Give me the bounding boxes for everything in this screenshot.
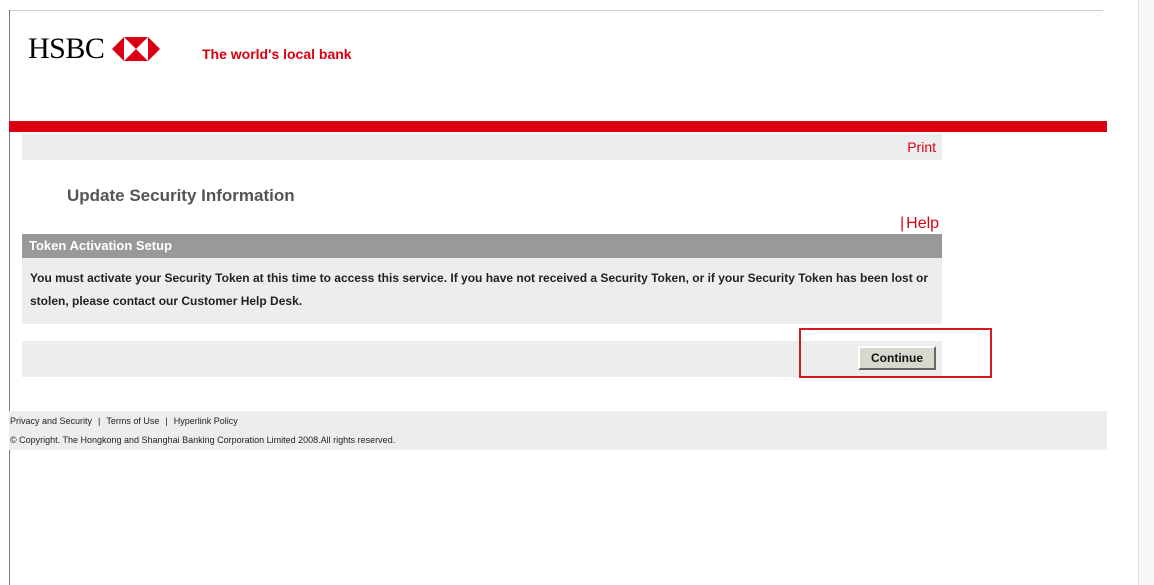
page-left-border bbox=[9, 10, 10, 585]
copyright: © Copyright. The Hongkong and Shanghai B… bbox=[10, 435, 396, 445]
footer-link-terms[interactable]: Terms of Use bbox=[106, 416, 159, 426]
logo-wordmark: HSBC bbox=[28, 32, 105, 65]
help-link-group: | Help bbox=[900, 215, 939, 233]
footer-link-hyperlink-policy[interactable]: Hyperlink Policy bbox=[174, 416, 238, 426]
help-separator: | bbox=[900, 215, 905, 232]
help-link[interactable]: Help bbox=[906, 215, 939, 232]
hsbc-hexagon-icon bbox=[112, 37, 161, 61]
tagline: The world's local bank bbox=[202, 46, 352, 62]
footer-links: Privacy and Security | Terms of Use | Hyperl… bbox=[10, 416, 238, 426]
section-header-label: Token Activation Setup bbox=[29, 238, 173, 253]
browser-side-panel bbox=[1138, 0, 1154, 585]
footer-link-privacy[interactable]: Privacy and Security bbox=[10, 416, 92, 426]
footer-separator: | bbox=[165, 416, 168, 426]
section-header: Token Activation Setup bbox=[22, 234, 942, 258]
brand-bar bbox=[9, 121, 1107, 132]
page-top-border bbox=[9, 10, 1103, 11]
message-panel: You must activate your Security Token at… bbox=[22, 258, 942, 324]
footer: Privacy and Security | Terms of Use | Hyperl… bbox=[9, 411, 1107, 450]
activation-message: You must activate your Security Token at… bbox=[30, 271, 929, 308]
print-link[interactable]: Print bbox=[907, 139, 936, 155]
footer-separator: | bbox=[98, 416, 101, 426]
continue-highlight-box bbox=[799, 328, 992, 378]
hsbc-logo[interactable]: HSBC bbox=[28, 32, 161, 65]
page-title: Update Security Information bbox=[67, 186, 295, 205]
print-toolbar: Print bbox=[22, 134, 942, 160]
